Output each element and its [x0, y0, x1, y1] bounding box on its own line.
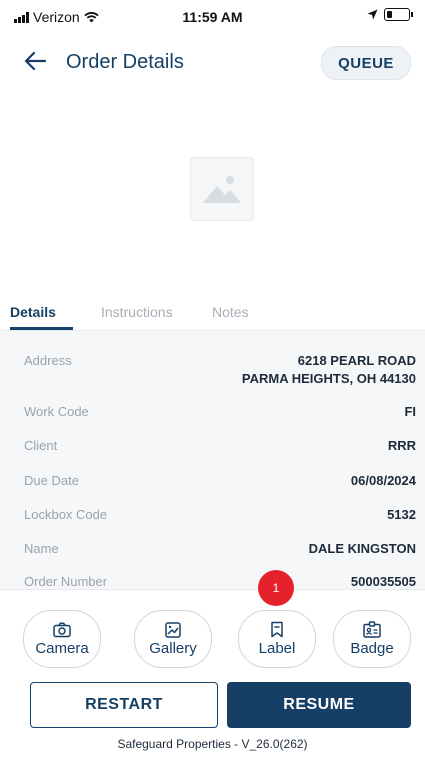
detail-value: 06/08/2024 — [350, 473, 416, 488]
detail-label: Order Number — [24, 574, 108, 589]
page-title: Order Details — [66, 51, 184, 73]
gallery-icon — [165, 621, 181, 638]
gallery-button[interactable]: Gallery — [134, 610, 212, 668]
badge-button[interactable]: Badge — [333, 610, 411, 668]
tab-notes[interactable]: Notes — [212, 304, 249, 320]
restart-button[interactable]: RESTART — [30, 682, 218, 728]
label-button-label: Label — [258, 640, 296, 657]
detail-label: Lockbox Code — [24, 507, 108, 522]
order-image-placeholder — [190, 157, 254, 221]
badge-icon — [363, 621, 381, 638]
camera-icon — [53, 621, 71, 637]
detail-row-lockbox-code: Lockbox Code 5132 — [24, 507, 416, 525]
status-right — [367, 8, 413, 21]
tab-details[interactable]: Details — [10, 304, 56, 320]
status-bar: Verizon 11:59 AM — [0, 0, 425, 32]
app-version-footer: Safeguard Properties - V_26.0(262) — [117, 737, 308, 751]
detail-row-work-code: Work Code FI — [24, 404, 416, 422]
detail-value-address-line2: PARMA HEIGHTS, OH 44130 — [241, 371, 416, 386]
detail-value-address-line1: 6218 PEARL ROAD — [297, 353, 416, 368]
label-button[interactable]: Label — [238, 610, 316, 668]
detail-value: FI — [404, 404, 416, 419]
detail-label: Address — [24, 353, 72, 368]
detail-value: 500035505 — [350, 574, 416, 589]
detail-label: Work Code — [24, 404, 89, 419]
detail-row-client: Client RRR — [24, 438, 416, 456]
detail-label: Due Date — [24, 473, 79, 488]
detail-value: DALE KINGSTON — [308, 541, 416, 556]
image-placeholder-icon — [203, 176, 241, 203]
bookmark-icon — [271, 621, 283, 638]
tab-instructions[interactable]: Instructions — [101, 304, 173, 320]
notification-count-badge: 1 — [258, 570, 294, 606]
badge-button-label: Badge — [350, 640, 394, 657]
gallery-button-label: Gallery — [149, 639, 197, 657]
status-time: 11:59 AM — [182, 9, 243, 25]
back-arrow-icon[interactable] — [24, 48, 47, 76]
camera-button-label: Camera — [35, 639, 89, 657]
detail-value: 5132 — [387, 507, 416, 522]
location-arrow-icon — [367, 9, 378, 20]
detail-label: Client — [24, 438, 58, 453]
queue-button[interactable]: QUEUE — [321, 46, 411, 80]
detail-row-address: Address 6218 PEARL ROAD PARMA HEIGHTS, O… — [24, 353, 416, 389]
detail-value: RRR — [387, 438, 416, 453]
battery-nub — [411, 12, 413, 17]
detail-row-name: Name DALE KINGSTON — [24, 541, 416, 559]
detail-row-due-date: Due Date 06/08/2024 — [24, 473, 416, 491]
battery-icon — [384, 8, 410, 21]
detail-label: Name — [24, 541, 59, 556]
resume-button[interactable]: RESUME — [227, 682, 411, 728]
camera-button[interactable]: Camera — [23, 610, 101, 668]
